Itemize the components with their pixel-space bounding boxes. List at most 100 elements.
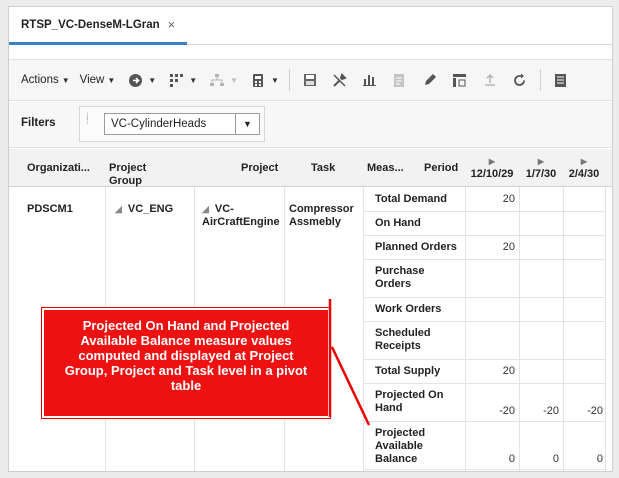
collapse-triangle-icon[interactable]: ◢: [115, 204, 122, 214]
measure-cell[interactable]: Planned Orders: [363, 235, 460, 259]
task-cell[interactable]: Compressor Assmebly: [289, 203, 354, 229]
value-cell[interactable]: 20: [465, 365, 515, 377]
tools-icon[interactable]: [330, 70, 350, 90]
measure-name-line: Receipts: [375, 340, 421, 352]
bar-chart-icon[interactable]: [360, 70, 380, 90]
measure-cell[interactable]: Projected On Hand: [363, 383, 460, 421]
measure-name: Total Demand: [375, 192, 447, 205]
project-value-line1: VC-: [214, 203, 234, 215]
expand-right-icon[interactable]: ▶: [581, 157, 587, 166]
filter-container: ⁞ ⁞ VC-CylinderHeads ▼: [79, 106, 265, 142]
measure-cell[interactable]: Work Orders: [363, 297, 460, 321]
period-label: 2/4/30: [568, 167, 600, 180]
value-cell[interactable]: 0: [465, 453, 515, 465]
tab-title: RTSP_VC-DenseM-LGran: [21, 18, 160, 31]
measure-name: On Hand: [375, 216, 421, 229]
measure-cell[interactable]: On Hand: [363, 211, 460, 235]
caret-down-icon: ▼: [107, 75, 116, 85]
refresh-icon[interactable]: [510, 70, 530, 90]
filters-bar: Filters ⁞ ⁞ VC-CylinderHeads ▼: [9, 102, 612, 148]
value-cell[interactable]: -20: [519, 405, 559, 417]
grid-divider: [605, 187, 606, 471]
measure-cell[interactable]: Total Demand: [363, 187, 460, 211]
period-header-1[interactable]: ▶ 12/10/29: [465, 149, 519, 187]
grid-divider: [563, 187, 564, 471]
project-cell[interactable]: ◢ VC- AirCraftEngine: [202, 203, 280, 229]
value-cell[interactable]: 20: [465, 241, 515, 253]
edit-icon[interactable]: [420, 70, 440, 90]
pivot-icon[interactable]: [450, 70, 470, 90]
measure-name-line: Available: [375, 440, 423, 452]
value-cell[interactable]: -20: [465, 405, 515, 417]
save-icon[interactable]: [300, 70, 320, 90]
measure-name-line: Orders: [375, 278, 412, 290]
header-project-group[interactable]: Project Group: [109, 162, 146, 188]
period-header-2[interactable]: ▶ 1/7/30: [519, 149, 563, 187]
grid-divider: [519, 187, 520, 471]
sheet-icon[interactable]: [551, 70, 571, 90]
header-period[interactable]: Period: [424, 162, 458, 175]
measure-name: Work Orders: [375, 302, 442, 315]
row-divider: [363, 469, 605, 470]
chevron-down-icon[interactable]: ▼: [235, 114, 259, 134]
actions-label: Actions: [21, 74, 59, 86]
org-cell[interactable]: PDSCM1: [27, 203, 73, 216]
filter-select[interactable]: VC-CylinderHeads ▼: [104, 113, 260, 135]
filter-select-value: VC-CylinderHeads: [111, 118, 207, 130]
tab-rtsp-vc-densem-lgran[interactable]: RTSP_VC-DenseM-LGran ×: [9, 7, 188, 45]
value-cell[interactable]: -20: [563, 405, 603, 417]
task-value-line2: Assmebly: [289, 216, 341, 228]
go-icon: [125, 70, 145, 90]
period-label: 1/7/30: [525, 167, 557, 180]
value-cell[interactable]: 0: [519, 453, 559, 465]
task-value-line1: Compressor: [289, 203, 354, 215]
toolbar: Actions ▼ View ▼ ▼ ▼ ▼ ▼: [9, 59, 612, 101]
project-group-cell[interactable]: ◢ VC_ENG: [115, 203, 173, 216]
header-task[interactable]: Task: [311, 162, 335, 175]
period-header-3[interactable]: ▶ 2/4/30: [563, 149, 605, 187]
annotation-callout: Projected On Hand and Projected Availabl…: [42, 308, 330, 418]
measure-name: Total Supply: [375, 364, 441, 377]
measure-name-line: Projected On: [375, 389, 444, 401]
hierarchy-icon: [207, 70, 227, 90]
measure-cell[interactable]: Purchase Orders: [363, 259, 460, 297]
header-project[interactable]: Project: [241, 162, 278, 175]
header-measure[interactable]: Meas...: [367, 162, 404, 175]
callout-pointer-lines: [328, 299, 371, 426]
document-icon[interactable]: [390, 70, 410, 90]
collapse-triangle-icon[interactable]: ◢: [202, 204, 209, 214]
calculator-menu[interactable]: ▼: [248, 70, 279, 90]
expand-right-icon[interactable]: ▶: [489, 157, 495, 166]
filters-label: Filters: [21, 117, 56, 129]
project-value-line2: AirCraftEngine: [202, 216, 280, 228]
go-menu[interactable]: ▼: [125, 70, 156, 90]
measure-name-line: Purchase: [375, 265, 425, 277]
toolbar-divider: [539, 69, 541, 91]
measure-name-line: Balance: [375, 453, 418, 465]
period-label: 12/10/29: [470, 167, 514, 180]
measure-cell[interactable]: Scheduled Receipts: [363, 321, 460, 359]
layout-menu[interactable]: ▼: [166, 70, 197, 90]
drag-handle-icon[interactable]: ⁞ ⁞: [86, 113, 89, 127]
caret-down-icon: ▼: [230, 75, 239, 85]
caret-down-icon: ▼: [148, 75, 157, 85]
view-menu[interactable]: View ▼: [80, 74, 116, 86]
hierarchy-menu[interactable]: ▼: [207, 70, 238, 90]
calculator-icon: [248, 70, 268, 90]
view-label: View: [79, 74, 105, 86]
grid-divider: [465, 187, 466, 471]
expand-right-icon[interactable]: ▶: [538, 157, 544, 166]
caret-down-icon: ▼: [61, 75, 70, 85]
caret-down-icon: ▼: [271, 75, 279, 85]
measure-cell[interactable]: Total Supply: [363, 359, 460, 383]
measure-name-line: Scheduled: [375, 327, 431, 339]
actions-menu[interactable]: Actions ▼: [21, 74, 70, 86]
value-cell[interactable]: 20: [465, 193, 515, 205]
header-organization[interactable]: Organizati...: [27, 162, 90, 175]
close-icon[interactable]: ×: [168, 17, 176, 32]
caret-down-icon: ▼: [189, 75, 198, 85]
measure-cell[interactable]: Projected Available Balance: [363, 421, 460, 469]
export-icon[interactable]: [480, 70, 500, 90]
value-cell[interactable]: 0: [563, 453, 603, 465]
toolbar-divider: [288, 69, 290, 91]
